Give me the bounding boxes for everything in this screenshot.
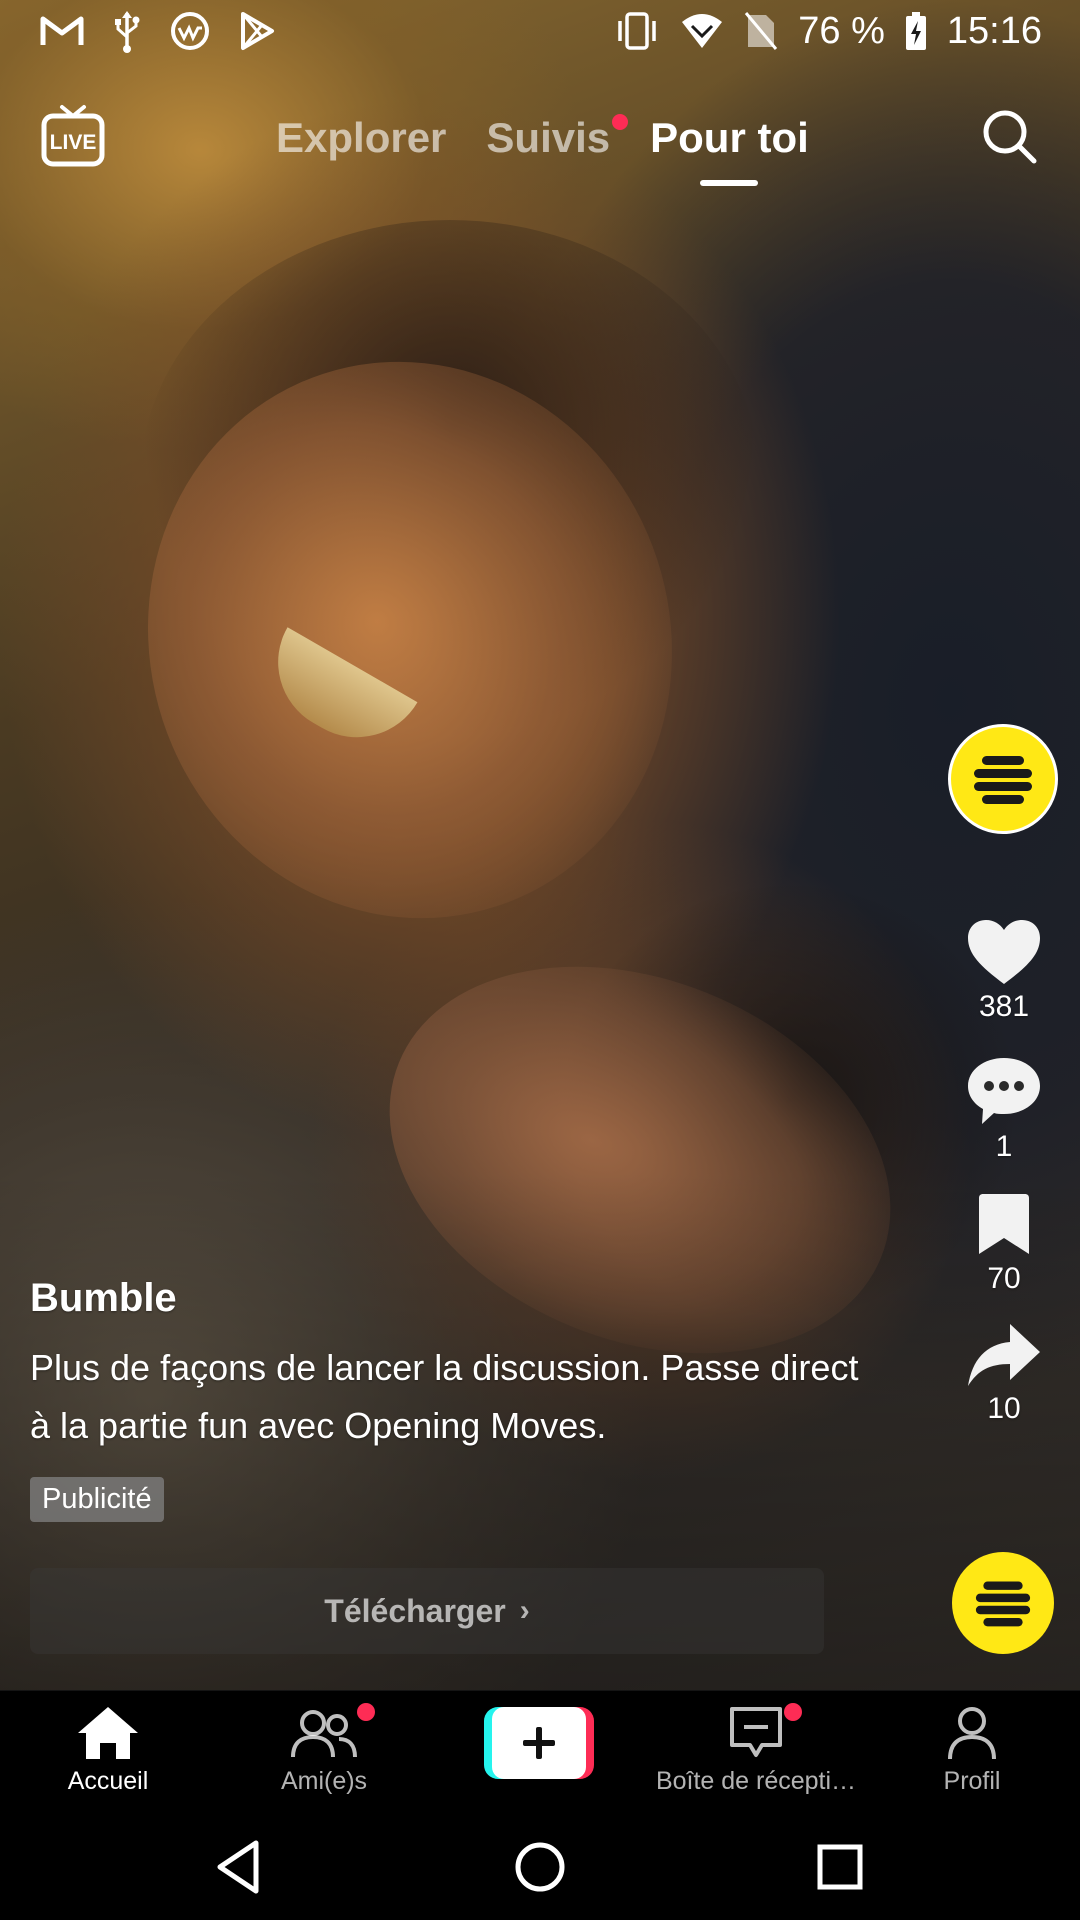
like-count: 381	[978, 990, 1030, 1023]
author-name[interactable]: Bumble	[30, 1276, 870, 1321]
bumble-logo-icon	[974, 756, 1032, 804]
nav-friends-icon-wrap	[291, 1701, 375, 1761]
create-button[interactable]	[484, 1707, 594, 1779]
download-label: Télécharger	[324, 1592, 506, 1629]
nav-friends[interactable]: Ami(e)s	[260, 1701, 388, 1811]
sound-disc[interactable]	[952, 1552, 1054, 1654]
nav-profile[interactable]: Profil	[928, 1701, 1016, 1811]
home-icon	[78, 1707, 138, 1759]
vpn-icon	[171, 12, 209, 50]
play-store-icon	[241, 12, 274, 50]
vibrate-icon	[618, 12, 657, 50]
video-caption: Bumble Plus de façons de lancer la discu…	[30, 1276, 870, 1522]
share-arrow-icon	[968, 1324, 1040, 1386]
android-recents-button[interactable]	[810, 1837, 870, 1897]
nav-inbox[interactable]: Boîte de récepti…	[648, 1701, 864, 1811]
battery-percent: 76 %	[798, 9, 885, 52]
feed-tabs: Explorer Suivis Pour toi	[276, 103, 849, 186]
plus-icon	[523, 1727, 555, 1759]
active-tab-indicator	[700, 180, 759, 186]
notification-dot	[612, 114, 629, 130]
friends-icon	[291, 1710, 357, 1758]
status-left-icons	[40, 8, 276, 54]
gmail-icon	[40, 16, 84, 45]
tab-suivis-label: Suivis	[486, 114, 611, 161]
heart-icon	[968, 920, 1040, 984]
android-home-button[interactable]	[510, 1837, 570, 1897]
android-back-button[interactable]	[210, 1837, 270, 1897]
usb-icon	[115, 11, 140, 53]
tab-suivis[interactable]: Suivis	[486, 114, 629, 162]
bookmark-icon	[979, 1194, 1029, 1254]
screen: 76 % 15:16 LIVE Explorer Suivis Pour toi…	[0, 0, 1080, 1920]
nav-home-icon-wrap	[76, 1701, 140, 1761]
live-tv-icon: LIVE	[41, 105, 105, 167]
ad-badge: Publicité	[30, 1477, 164, 1522]
save-count: 70	[987, 1262, 1021, 1295]
search-icon	[983, 110, 1037, 164]
like-action[interactable]: 381	[948, 918, 1060, 1024]
nav-inbox-label: Boîte de récepti…	[655, 1767, 857, 1795]
comment-action[interactable]: 1	[948, 1054, 1060, 1164]
comment-icon	[968, 1058, 1040, 1124]
android-nav-bar	[0, 1815, 1080, 1920]
download-button[interactable]: Télécharger ›	[30, 1568, 824, 1654]
home-circle-icon	[515, 1842, 565, 1892]
chevron-right-icon: ›	[519, 1594, 530, 1627]
create-button-face	[492, 1707, 586, 1779]
search-button[interactable]	[980, 107, 1040, 167]
action-rail: 381 1 70 10	[948, 724, 1060, 1426]
nav-friends-label: Ami(e)s	[280, 1767, 368, 1795]
wifi-icon	[682, 14, 723, 48]
nav-profile-label: Profil	[943, 1767, 1001, 1795]
clock: 15:16	[946, 9, 1042, 52]
nav-home-label: Accueil	[67, 1767, 149, 1795]
inbox-icon	[730, 1707, 782, 1757]
back-icon	[217, 1840, 259, 1894]
tab-pour-toi[interactable]: Pour toi	[650, 114, 809, 186]
nav-profile-icon-wrap	[947, 1701, 997, 1761]
save-action[interactable]: 70	[948, 1192, 1060, 1296]
recents-icon	[817, 1844, 863, 1890]
no-sim-icon	[745, 12, 778, 50]
live-button[interactable]: LIVE	[40, 103, 106, 169]
nav-home[interactable]: Accueil	[50, 1701, 166, 1811]
tab-explorer[interactable]: Explorer	[276, 114, 446, 162]
tab-explorer-label: Explorer	[276, 114, 447, 161]
creator-avatar[interactable]	[948, 724, 1058, 834]
comment-count: 1	[995, 1130, 1013, 1163]
live-label: LIVE	[50, 131, 97, 154]
share-action[interactable]: 10	[948, 1322, 1060, 1426]
share-count: 10	[987, 1392, 1021, 1425]
battery-charging-icon	[905, 12, 926, 50]
tab-pour-toi-label: Pour toi	[650, 114, 809, 161]
notification-dot	[357, 1703, 375, 1721]
status-right-icons: 76 % 15:16	[614, 6, 1042, 56]
profile-icon	[948, 1707, 996, 1760]
status-bar: 76 % 15:16	[0, 0, 1080, 62]
bumble-logo-icon	[975, 1581, 1031, 1627]
video-description: Plus de façons de lancer la discussion. …	[30, 1347, 859, 1446]
top-nav: LIVE Explorer Suivis Pour toi	[0, 95, 1080, 205]
notification-dot	[784, 1703, 802, 1721]
nav-inbox-icon-wrap	[728, 1701, 802, 1761]
bottom-tab-bar: Accueil Ami(e)s Boîte de récepti… Profil	[0, 1690, 1080, 1816]
